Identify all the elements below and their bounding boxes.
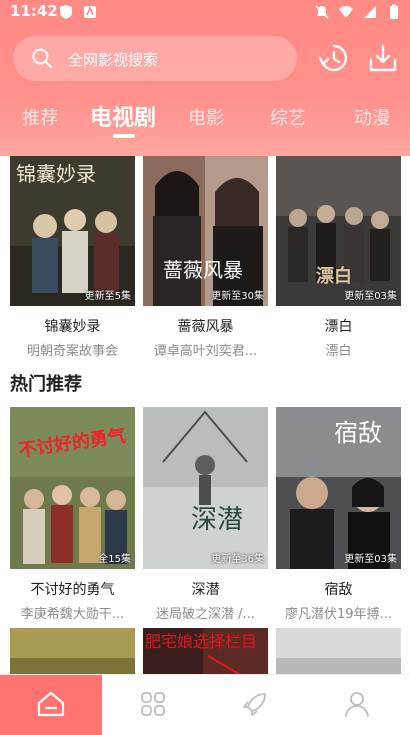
poster-title-text: 蔷薇风暴 — [163, 258, 243, 282]
poster-image[interactable]: 锦囊妙录 更新至5集 — [10, 156, 135, 306]
profile-icon — [345, 692, 369, 717]
show-title: 蔷薇风暴 — [177, 319, 234, 335]
show-card[interactable]: 漂白 更新至03集 漂白 漂白 — [276, 156, 401, 359]
status-bar: 11:42 — [0, 0, 410, 24]
show-title: 不讨好的勇气 — [30, 582, 115, 598]
tab-tv-series[interactable]: 电视剧 — [90, 100, 156, 132]
show-subtitle: 廖凡潜伏19年搏... — [285, 607, 392, 622]
tab-recommend[interactable]: 推荐 — [22, 104, 58, 130]
nav-home[interactable] — [0, 675, 102, 735]
poster-image[interactable] — [10, 628, 135, 674]
mute-icon — [315, 5, 329, 19]
tab-anime[interactable]: 动漫 — [354, 104, 390, 130]
category-tabs: 推荐 电视剧 电影 综艺 动漫 — [0, 100, 410, 140]
show-title: 宿敌 — [324, 582, 353, 598]
episode-badge: 更新至5集 — [84, 291, 131, 302]
poster-image[interactable]: 不讨好的勇气 全15集 — [10, 407, 135, 569]
poster-image[interactable]: 蔷薇风暴 更新至30集 — [143, 156, 268, 306]
poster-title-text: 宿敌 — [334, 419, 382, 447]
show-subtitle: 漂白 — [325, 344, 352, 359]
search-input[interactable]: 全网影视搜索 — [13, 36, 297, 81]
show-card[interactable] — [276, 628, 401, 674]
poster-image[interactable]: 宿敌 更新至03集 — [276, 407, 401, 569]
episode-badge: 更新至30集 — [211, 291, 264, 302]
nav-profile[interactable] — [306, 675, 408, 735]
download-icon[interactable] — [367, 42, 399, 74]
app-notification-icon — [84, 5, 96, 18]
battery-icon — [390, 4, 398, 19]
rocket-icon — [243, 693, 266, 716]
poster-title-text: 漂白 — [316, 266, 352, 287]
status-time: 11:42 — [10, 2, 58, 20]
wifi-icon — [339, 6, 353, 18]
show-card[interactable]: 深潜 更新至36集 深潜 迷局破之深潜 /... — [143, 407, 268, 622]
show-subtitle: 谭卓高叶刘奕君... — [153, 344, 258, 359]
show-card[interactable]: 锦囊妙录 更新至5集 锦囊妙录 明朝奇案故事会 — [10, 156, 135, 359]
shield-icon — [60, 5, 72, 19]
episode-badge: 更新至36集 — [211, 554, 264, 565]
content-feed: 锦囊妙录 更新至5集 锦囊妙录 明朝奇案故事会 蔷薇风暴 更新至30集 蔷薇风暴… — [0, 156, 410, 674]
bottom-nav — [0, 674, 410, 735]
show-title: 锦囊妙录 — [44, 319, 101, 335]
episode-badge: 更新至03集 — [344, 554, 397, 565]
search-placeholder: 全网影视搜索 — [68, 51, 159, 69]
show-card[interactable] — [10, 628, 135, 674]
nav-discover[interactable] — [204, 675, 306, 735]
show-title: 深潜 — [191, 582, 220, 598]
signal-icon — [364, 6, 376, 18]
poster-image[interactable]: 漂白 更新至03集 — [276, 156, 401, 306]
search-icon — [32, 48, 52, 68]
active-tab-indicator — [113, 134, 135, 138]
show-title: 漂白 — [324, 319, 353, 335]
history-icon[interactable] — [318, 42, 350, 74]
nav-category[interactable] — [102, 675, 204, 735]
poster-image[interactable]: 深潜 更新至36集 — [143, 407, 268, 569]
tab-variety[interactable]: 综艺 — [270, 104, 306, 130]
category-icon — [141, 692, 165, 716]
poster-title-text: 深潜 — [191, 505, 244, 535]
episode-badge: 更新至03集 — [344, 291, 397, 302]
show-card[interactable]: 宿敌 更新至03集 宿敌 廖凡潜伏19年搏... — [276, 407, 401, 622]
home-icon — [37, 691, 65, 717]
episode-badge: 全15集 — [98, 554, 131, 565]
poster-title-text: 锦囊妙录 — [16, 162, 96, 186]
section-title: 热门推荐 — [10, 374, 82, 395]
show-subtitle: 李庚希魏大勋干... — [20, 607, 125, 622]
show-subtitle: 明朝奇案故事会 — [26, 344, 118, 359]
show-subtitle: 迷局破之深潜 /... — [156, 607, 255, 622]
show-card[interactable]: 蔷薇风暴 更新至30集 蔷薇风暴 谭卓高叶刘奕君... — [143, 156, 268, 359]
annotation-label: 肥宅娘选择栏目 — [145, 632, 258, 651]
app-header: 11:42 全网影视搜索 推荐 电视剧 电影 综艺 动漫 — [0, 0, 410, 156]
tab-movies[interactable]: 电影 — [188, 104, 224, 130]
show-card[interactable]: 不讨好的勇气 全15集 不讨好的勇气 李庚希魏大勋干... — [10, 407, 135, 622]
poster-image[interactable] — [276, 628, 401, 674]
